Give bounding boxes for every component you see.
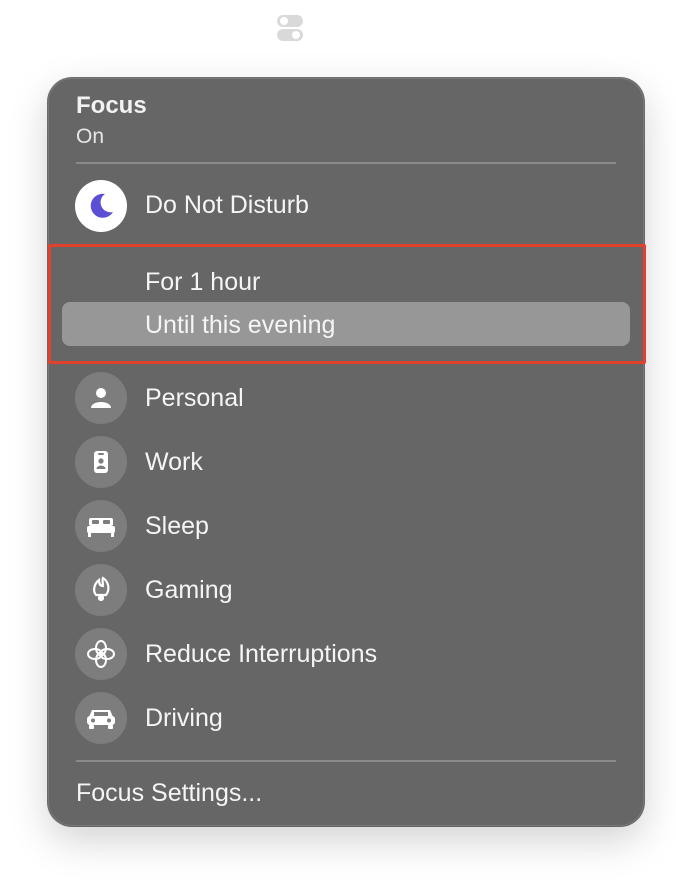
moon-icon <box>75 180 127 232</box>
focus-mode-label: Personal <box>145 384 244 412</box>
focus-mode-label: Reduce Interruptions <box>145 640 378 668</box>
focus-settings-button[interactable]: Focus Settings... <box>76 779 262 808</box>
focus-mode-label: Sleep <box>145 512 209 540</box>
focus-mode-gaming[interactable]: Gaming <box>48 564 644 620</box>
focus-mode-reduce-interruptions[interactable]: Reduce Interruptions <box>48 628 644 684</box>
focus-mode-label: Work <box>145 448 203 476</box>
focus-status: On <box>76 125 105 148</box>
focus-mode-personal[interactable]: Personal <box>48 372 644 428</box>
car-icon <box>75 692 127 744</box>
focus-mode-sleep[interactable]: Sleep <box>48 500 644 556</box>
focus-title: Focus <box>76 92 147 119</box>
duration-option-until-this-evening[interactable]: Until this evening <box>62 302 630 346</box>
flower-icon <box>75 628 127 680</box>
focus-mode-driving[interactable]: Driving <box>48 692 644 748</box>
id-badge-icon <box>75 436 127 488</box>
control-center-icon[interactable] <box>276 14 304 42</box>
separator <box>76 162 616 164</box>
person-icon <box>75 372 127 424</box>
focus-mode-label: Gaming <box>145 576 233 604</box>
focus-mode-label: Driving <box>145 704 223 732</box>
duration-option-label: For 1 hour <box>145 268 261 296</box>
separator <box>76 760 616 762</box>
focus-menu-panel: Focus On Do Not Disturb For 1 hour Until… <box>48 78 646 826</box>
duration-option-label: Until this evening <box>145 311 336 339</box>
bed-icon <box>75 500 127 552</box>
focus-mode-work[interactable]: Work <box>48 436 644 492</box>
rocket-icon <box>75 564 127 616</box>
focus-mode-do-not-disturb[interactable]: Do Not Disturb <box>48 178 644 234</box>
focus-mode-label: Do Not Disturb <box>145 191 309 219</box>
duration-option-for-1-hour[interactable]: For 1 hour <box>62 260 630 304</box>
